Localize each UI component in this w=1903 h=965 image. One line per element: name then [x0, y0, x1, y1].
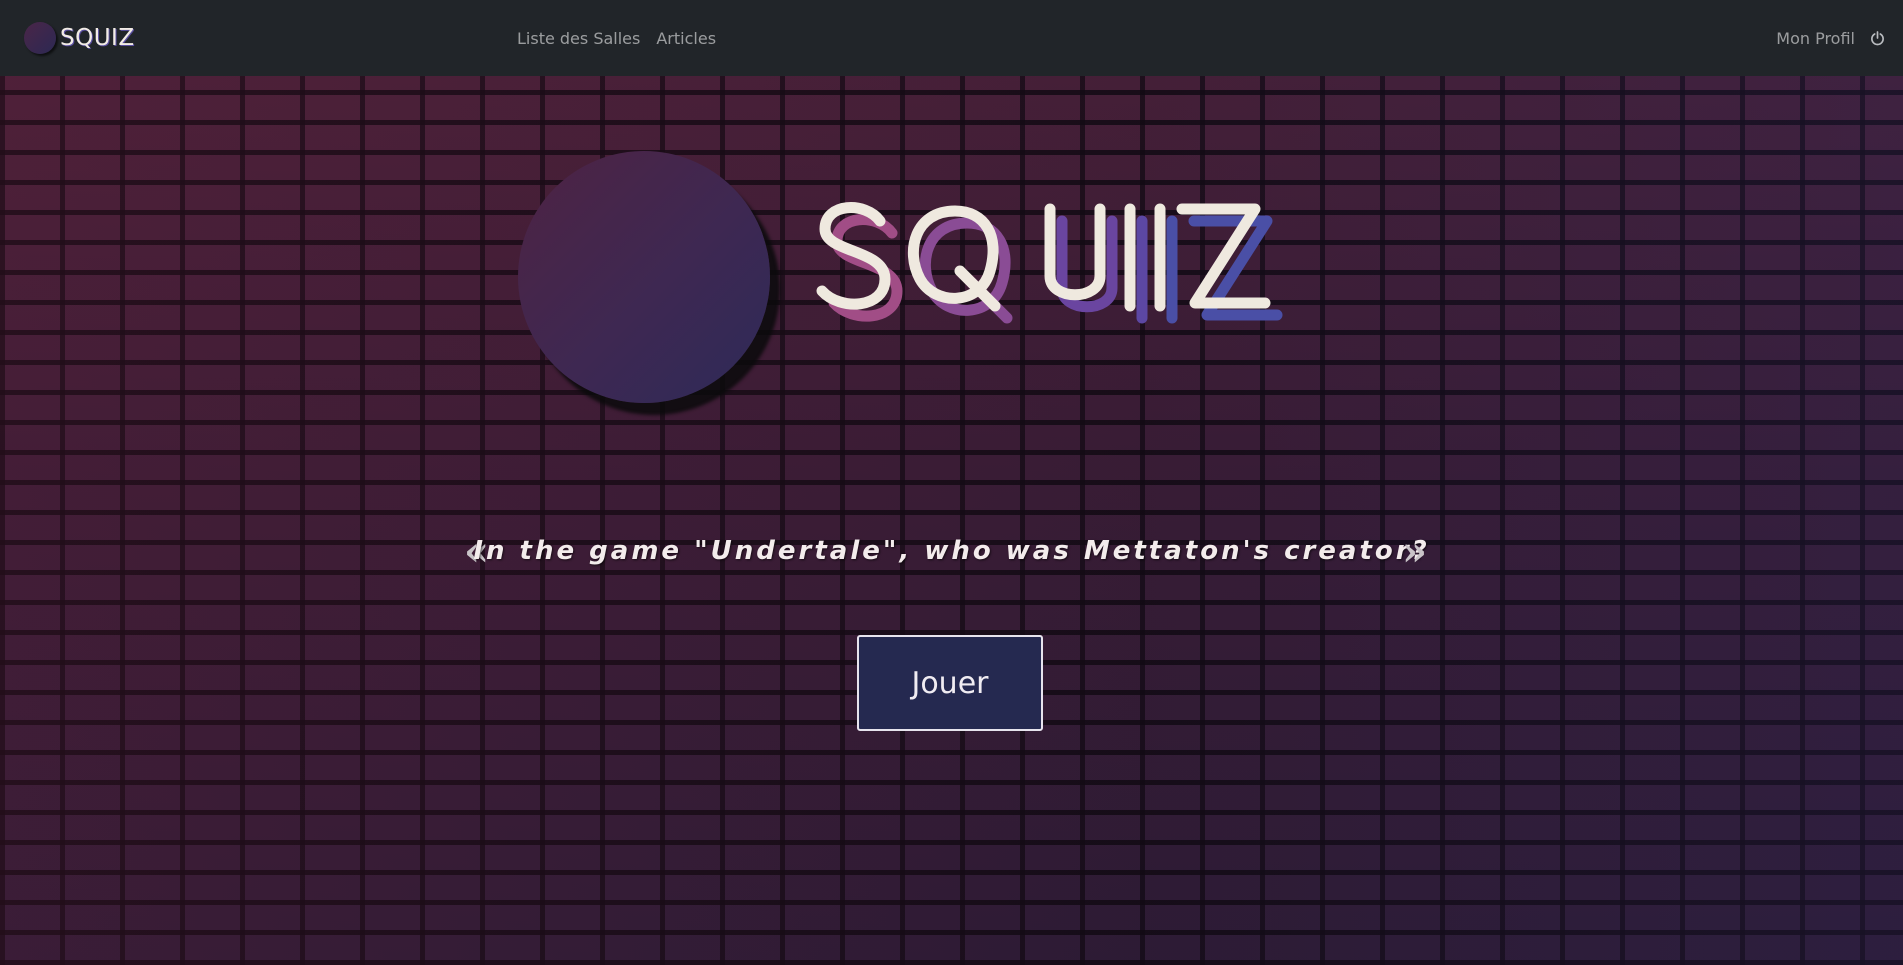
nav-link-profile[interactable]: Mon Profil — [1776, 29, 1855, 48]
quote-carousel: « In the game "Undertale", who was Metta… — [0, 528, 1903, 580]
hero-section: « In the game "Undertale", who was Metta… — [0, 76, 1903, 965]
logo-ball-icon — [518, 151, 770, 403]
quiz-question-text: In the game "Undertale", who was Mettato… — [473, 536, 1430, 566]
nav-right: Mon Profil — [1776, 0, 1885, 76]
top-navbar: SQUIZ Liste des Salles Articles Mon Prof… — [0, 0, 1903, 76]
hero-logo — [518, 151, 1378, 426]
logo-wordmark — [816, 202, 1283, 324]
power-icon[interactable] — [1869, 30, 1885, 46]
brand-ball-icon — [24, 22, 56, 54]
carousel-next-button[interactable]: » — [1402, 528, 1427, 576]
brand-logo-link[interactable]: SQUIZ — [24, 22, 135, 54]
play-button[interactable]: Jouer — [857, 635, 1043, 731]
nav-link-rooms[interactable]: Liste des Salles — [517, 29, 640, 48]
nav-links: Liste des Salles Articles — [517, 0, 732, 76]
nav-link-articles[interactable]: Articles — [656, 29, 716, 48]
brand-text: SQUIZ — [60, 25, 135, 51]
